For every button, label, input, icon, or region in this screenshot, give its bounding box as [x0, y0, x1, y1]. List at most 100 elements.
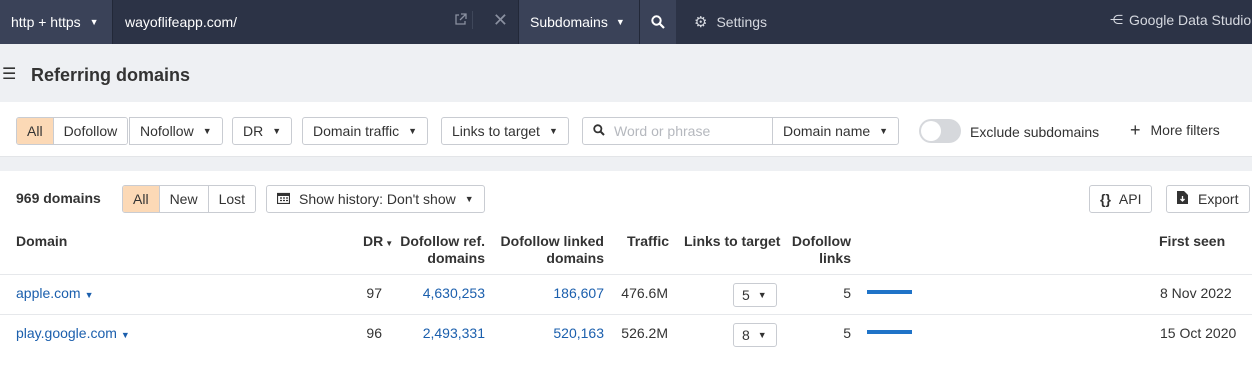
top-bar: http + https ▼ wayoflifeapp.com/ ✕ Subdo… [0, 0, 1252, 44]
links-to-target-dropdown[interactable]: 5 ▼ [733, 283, 777, 307]
linked-domains-link[interactable]: 520,163 [495, 325, 604, 341]
header-dofollow-links[interactable]: Dofollow links [788, 233, 851, 267]
mode-label: Subdomains [530, 14, 608, 30]
search-icon [651, 15, 665, 29]
links-to-target-select[interactable]: Links to target ▼ [441, 117, 569, 145]
header-line: Dofollow ref. [400, 233, 485, 249]
header-line: domains [546, 250, 604, 266]
toggle-knob [921, 121, 941, 141]
dofollow-links-value: 5 [843, 285, 851, 301]
first-seen-value: 8 Nov 2022 [1160, 285, 1232, 301]
sort-desc-icon: ▼ [385, 239, 394, 248]
domain-traffic-select[interactable]: Domain traffic ▼ [302, 117, 429, 145]
gear-icon: ⚙ [694, 14, 708, 31]
caret-down-icon: ▼ [548, 126, 558, 136]
protocol-label: http + https [11, 14, 81, 30]
tab-new[interactable]: New [159, 186, 209, 212]
gds-label: Google Data Studio [1129, 12, 1252, 28]
header-traffic[interactable]: Traffic [627, 233, 669, 250]
header-dofollow-ref-domains[interactable]: Dofollow ref. domains [395, 233, 485, 267]
header-domain[interactable]: Domain [16, 233, 67, 250]
tab-all[interactable]: All [123, 186, 160, 212]
header-first-seen[interactable]: First seen [1159, 233, 1225, 250]
api-label: API [1118, 191, 1142, 207]
mode-select[interactable]: Subdomains ▼ [519, 0, 640, 44]
ref-domains-link[interactable]: 2,493,331 [395, 325, 485, 341]
caret-down-icon: ▼ [202, 126, 212, 136]
search-scope-label: Domain name [783, 123, 871, 139]
linked-domains-link[interactable]: 186,607 [495, 285, 604, 301]
caret-down-icon: ▼ [89, 17, 99, 27]
links-to-target-dropdown[interactable]: 8 ▼ [733, 323, 777, 347]
dr-select[interactable]: DR ▼ [232, 117, 293, 145]
filter-all[interactable]: All [17, 118, 54, 144]
header-links-to-target[interactable]: Links to target [684, 233, 780, 250]
header-dr[interactable]: DR ▼ [363, 233, 393, 252]
dr-value: 96 [366, 325, 382, 341]
search-scope-select[interactable]: Domain name ▼ [772, 117, 900, 145]
filter-dofollow[interactable]: Dofollow [53, 118, 128, 144]
google-data-studio-button[interactable]: ⋲ Google Data Studio [1110, 12, 1251, 28]
settings-button[interactable]: ⚙ Settings [694, 13, 767, 31]
api-button[interactable]: {} API [1089, 185, 1153, 213]
exclude-subdomains-label: Exclude subdomains [970, 124, 1100, 140]
plus-icon: + [1130, 120, 1141, 140]
export-button[interactable]: Export [1166, 185, 1250, 213]
more-filters-label: More filters [1150, 122, 1220, 138]
divider-band [0, 157, 1252, 171]
link-type-segment: All Dofollow [16, 117, 129, 145]
exclude-subdomains-toggle[interactable] [919, 119, 961, 143]
search-field[interactable] [582, 117, 773, 145]
caret-down-icon: ▼ [757, 330, 767, 340]
api-icon: {} [1100, 191, 1111, 207]
hamburger-icon[interactable]: ☰ [2, 64, 16, 84]
row-divider [0, 274, 1252, 275]
dofollow-links-value: 5 [843, 325, 851, 341]
export-label: Export [1198, 191, 1239, 207]
row-divider [0, 314, 1252, 315]
protocol-select[interactable]: http + https ▼ [0, 0, 113, 44]
settings-label: Settings [716, 14, 768, 30]
links-bar [867, 330, 912, 334]
caret-down-icon: ▼ [408, 126, 418, 136]
ref-domains-link[interactable]: 4,630,253 [395, 285, 485, 301]
show-history-select[interactable]: Show history: Don't show ▼ [266, 185, 485, 213]
history-tabs: All New Lost [122, 185, 257, 213]
first-seen-value: 15 Oct 2020 [1160, 325, 1237, 341]
caret-down-icon: ▼ [120, 330, 130, 340]
calendar-icon [276, 191, 291, 207]
caret-down-icon: ▼ [757, 290, 767, 300]
url-input[interactable]: wayoflifeapp.com/ ✕ [113, 0, 519, 44]
search-icon [593, 123, 605, 139]
filter-bar: All Dofollow Nofollow ▼ DR ▼ Domain traffi… [0, 102, 1252, 157]
domain-link[interactable]: play.google.com ▼ [16, 325, 130, 341]
clear-icon[interactable]: ✕ [471, 11, 508, 29]
more-filters-button[interactable]: + More filters [1130, 120, 1220, 140]
dr-value: 97 [366, 285, 382, 301]
title-band: ☰ Referring domains [0, 44, 1252, 102]
links-to-target-value: 8 [742, 327, 750, 343]
search-button[interactable] [640, 0, 676, 44]
domain-name: apple.com [16, 285, 81, 301]
url-value: wayoflifeapp.com/ [125, 14, 238, 30]
header-dofollow-linked-domains[interactable]: Dofollow linked domains [495, 233, 604, 267]
show-history-label: Show history: Don't show [299, 191, 456, 207]
nofollow-select[interactable]: Nofollow ▼ [129, 117, 223, 145]
search-input[interactable] [614, 123, 764, 139]
external-link-icon[interactable] [454, 13, 468, 27]
domain-count: 969 domains [16, 190, 101, 206]
domain-traffic-label: Domain traffic [313, 123, 400, 139]
caret-down-icon: ▼ [615, 17, 625, 27]
caret-down-icon: ▼ [879, 126, 889, 136]
links-bar [867, 290, 912, 294]
page-title: Referring domains [31, 65, 191, 85]
header-dr-label: DR [363, 233, 384, 249]
caret-down-icon: ▼ [272, 126, 282, 136]
links-to-target-value: 5 [742, 287, 750, 303]
links-to-target-label: Links to target [452, 123, 540, 139]
tab-lost[interactable]: Lost [208, 186, 256, 212]
domain-link[interactable]: apple.com ▼ [16, 285, 94, 301]
caret-down-icon: ▼ [84, 290, 94, 300]
domain-name: play.google.com [16, 325, 117, 341]
traffic-value: 476.6M [621, 285, 668, 301]
